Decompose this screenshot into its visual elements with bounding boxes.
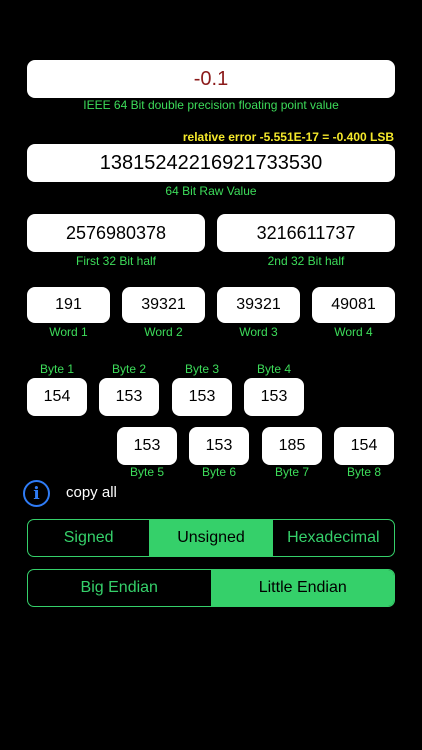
word-4-label: Word 4 [334, 325, 373, 339]
byte-6-label: Byte 6 [201, 465, 237, 479]
word-4-field[interactable]: 49081 [312, 287, 395, 323]
byte-1-field[interactable]: 154 [27, 378, 87, 416]
byte-4-label: Byte 4 [256, 362, 292, 376]
word-1-field[interactable]: 191 [27, 287, 110, 323]
half-2-label: 2nd 32 Bit half [267, 254, 345, 268]
endian-option-little[interactable]: Little Endian [210, 570, 394, 606]
byte-4-field[interactable]: 153 [244, 378, 304, 416]
byte-8-field[interactable]: 154 [334, 427, 394, 465]
byte-3-label: Byte 3 [184, 362, 220, 376]
word-2-field[interactable]: 39321 [122, 287, 205, 323]
byte-6-field[interactable]: 153 [189, 427, 249, 465]
byte-7-field[interactable]: 185 [262, 427, 322, 465]
byte-5-field[interactable]: 153 [117, 427, 177, 465]
byte-3-field[interactable]: 153 [172, 378, 232, 416]
half-1-label: First 32 Bit half [75, 254, 157, 268]
half-2-field[interactable]: 3216611737 [217, 214, 395, 252]
float-value-label: IEEE 64 Bit double precision floating po… [83, 98, 339, 112]
copy-all-button[interactable]: copy all [66, 484, 117, 501]
word-3-field[interactable]: 39321 [217, 287, 300, 323]
endian-segmented-control: Big Endian Little Endian [27, 569, 395, 607]
byte-2-field[interactable]: 153 [99, 378, 159, 416]
byte-8-label: Byte 8 [346, 465, 382, 479]
word-1-label: Word 1 [49, 325, 88, 339]
format-option-unsigned[interactable]: Unsigned [149, 520, 272, 556]
relative-error-text: relative error -5.551E-17 = -0.400 LSB [182, 130, 394, 144]
byte-1-label: Byte 1 [39, 362, 75, 376]
format-option-hexadecimal[interactable]: Hexadecimal [271, 520, 394, 556]
raw-value-label: 64 Bit Raw Value [165, 184, 257, 198]
byte-7-label: Byte 7 [274, 465, 310, 479]
format-segmented-control: Signed Unsigned Hexadecimal [27, 519, 395, 557]
info-icon[interactable]: i [23, 480, 50, 507]
byte-5-label: Byte 5 [129, 465, 165, 479]
format-option-signed[interactable]: Signed [28, 520, 149, 556]
endian-option-big[interactable]: Big Endian [28, 570, 211, 606]
raw-value-field[interactable]: 13815242216921733530 [27, 144, 395, 182]
float-value-field[interactable]: -0.1 [27, 60, 395, 98]
half-1-field[interactable]: 2576980378 [27, 214, 205, 252]
word-2-label: Word 2 [144, 325, 183, 339]
byte-2-label: Byte 2 [111, 362, 147, 376]
word-3-label: Word 3 [239, 325, 278, 339]
